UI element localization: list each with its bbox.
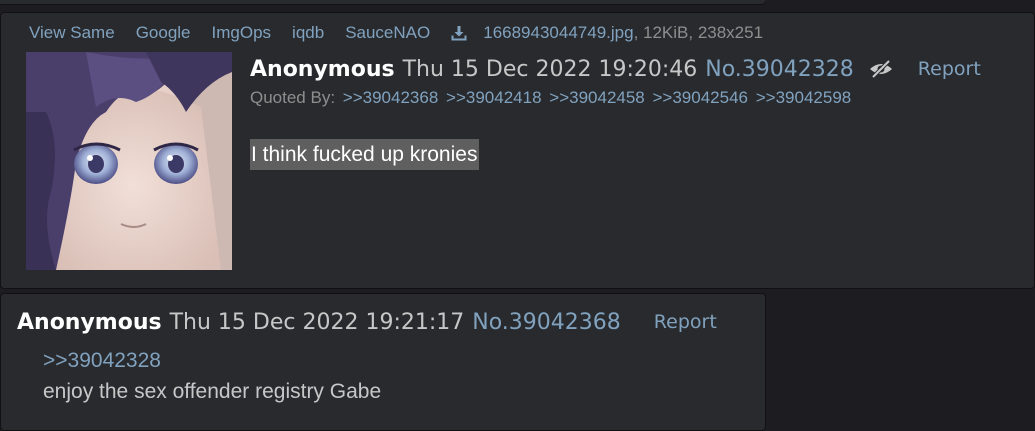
poster-name: Anonymous <box>17 309 162 335</box>
report-link[interactable]: Report <box>918 58 981 80</box>
post-thumbnail-image[interactable] <box>26 52 232 270</box>
file-info-bar: View Same Google ImgOps iqdb SauceNAO 16… <box>29 21 763 45</box>
backlink[interactable]: >>39042418 <box>446 88 542 107</box>
imgops-link[interactable]: ImgOps <box>212 23 272 43</box>
post-header: Anonymous Thu 15 Dec 2022 19:20:46 No.39… <box>250 54 981 84</box>
post-message: enjoy the sex offender registry Gabe <box>43 380 382 403</box>
backlink[interactable]: >>39042368 <box>343 88 439 107</box>
post-message: I think fucked up kronies <box>250 139 480 170</box>
file-name-link[interactable]: 1668943044749.jpg <box>483 23 633 43</box>
post-number-link[interactable]: No.39042368 <box>472 310 621 335</box>
post-39042328: View Same Google ImgOps iqdb SauceNAO 16… <box>0 12 1035 289</box>
poster-name: Anonymous <box>250 56 395 82</box>
saucenao-link[interactable]: SauceNAO <box>345 23 430 43</box>
post-header: Anonymous Thu 15 Dec 2022 19:21:17 No.39… <box>17 307 717 337</box>
file-meta: , 12KiB, 238x251 <box>633 23 764 42</box>
download-icon[interactable] <box>451 25 467 41</box>
eye-slash-icon[interactable] <box>868 59 894 79</box>
previous-post-edge <box>0 0 765 5</box>
post-number-link[interactable]: No.39042328 <box>705 57 854 82</box>
backlink[interactable]: >>39042458 <box>549 88 645 107</box>
report-link[interactable]: Report <box>654 311 717 333</box>
post-date: Thu 15 Dec 2022 19:21:17 <box>169 309 465 335</box>
backlink[interactable]: >>39042546 <box>653 88 749 107</box>
quoted-by-label: Quoted By: <box>250 88 336 107</box>
post-date: Thu 15 Dec 2022 19:20:46 <box>402 56 698 82</box>
backlink[interactable]: >>39042598 <box>756 88 852 107</box>
post-39042368: Anonymous Thu 15 Dec 2022 19:21:17 No.39… <box>0 293 766 431</box>
quoted-by-line: Quoted By: >>39042368 >>39042418 >>39042… <box>250 88 851 110</box>
iqdb-link[interactable]: iqdb <box>292 23 324 43</box>
google-link[interactable]: Google <box>136 23 191 43</box>
quote-link[interactable]: >>39042328 <box>43 349 161 373</box>
view-same-link[interactable]: View Same <box>29 23 115 43</box>
